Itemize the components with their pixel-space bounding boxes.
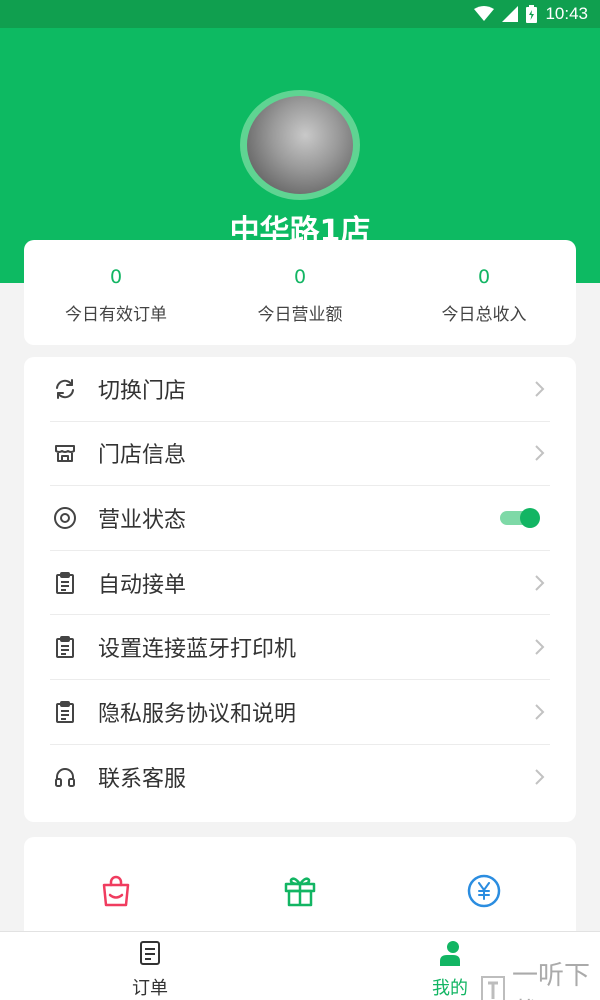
business-status-toggle[interactable]: [500, 507, 540, 528]
watermark-text: 一听下载: [512, 961, 591, 1000]
stat-label: 今日总收入: [441, 305, 527, 325]
avatar-ring[interactable]: [240, 90, 360, 200]
chevron-right-icon: [532, 703, 546, 721]
menu-item-bluetooth-printer[interactable]: 设置连接蓝牙打印机: [50, 615, 550, 680]
menu-item-auto-accept[interactable]: 自动接单: [50, 551, 550, 616]
status-time: 10:43: [545, 4, 588, 23]
stat-revenue[interactable]: 0 今日营业额: [208, 240, 392, 345]
clipboard-icon: [52, 634, 78, 660]
switch-icon: [52, 376, 78, 402]
menu-item-business-status: 营业状态: [50, 486, 550, 551]
clipboard-icon: [52, 699, 78, 725]
clipboard-icon: [52, 570, 78, 596]
order-icon: [138, 940, 162, 970]
chevron-right-icon: [532, 574, 546, 592]
chevron-right-icon: [532, 638, 546, 656]
menu-label: 营业状态: [98, 507, 187, 533]
stats-card: 0 今日有效订单 0 今日营业额 0 今日总收入: [24, 240, 576, 345]
stat-total-income[interactable]: 0 今日总收入: [392, 240, 576, 345]
stat-value: 0: [109, 266, 123, 288]
watermark: 一听下载: [480, 955, 600, 1000]
store-icon: [52, 440, 78, 466]
wifi-icon: [474, 6, 495, 22]
status-bar: 10:43: [0, 0, 600, 28]
tab-label: 订单: [132, 978, 168, 999]
shopping-bag-icon: [98, 873, 134, 913]
chevron-right-icon: [532, 380, 546, 398]
avatar[interactable]: [247, 96, 353, 194]
tab-orders[interactable]: 订单: [0, 932, 300, 1000]
target-icon: [52, 505, 78, 531]
stat-label: 今日营业额: [257, 305, 343, 325]
chevron-right-icon: [532, 768, 546, 786]
stat-label: 今日有效订单: [65, 305, 167, 325]
menu-label: 门店信息: [98, 443, 187, 469]
user-icon: [438, 940, 462, 970]
menu-item-customer-service[interactable]: 联系客服: [50, 745, 550, 810]
headset-icon: [52, 764, 78, 790]
gift-icon: [282, 873, 318, 913]
stat-valid-orders[interactable]: 0 今日有效订单: [24, 240, 208, 345]
menu-label: 设置连接蓝牙打印机: [98, 637, 297, 663]
menu-label: 切换门店: [98, 378, 187, 404]
yuan-coin-icon: [466, 873, 502, 913]
menu-label: 隐私服务协议和说明: [98, 701, 297, 727]
menu-item-store-info[interactable]: 门店信息: [50, 422, 550, 487]
toggle-knob: [520, 507, 540, 528]
menu-label: 联系客服: [98, 766, 187, 792]
battery-icon: [526, 5, 538, 23]
stat-value: 0: [477, 266, 491, 288]
menu-item-privacy-agreement[interactable]: 隐私服务协议和说明: [50, 680, 550, 745]
menu-item-switch-store[interactable]: 切换门店: [50, 357, 550, 422]
signal-icon: [502, 6, 519, 22]
watermark-logo-icon: [480, 973, 506, 1000]
menu-card: 切换门店 门店信息 营业状态 自动接单 设置连接蓝牙打印机 隐私服务协议和说明 …: [24, 357, 576, 822]
stat-value: 0: [293, 266, 307, 288]
tab-label: 我的: [432, 978, 468, 999]
menu-label: 自动接单: [98, 572, 187, 598]
chevron-right-icon: [532, 444, 546, 462]
